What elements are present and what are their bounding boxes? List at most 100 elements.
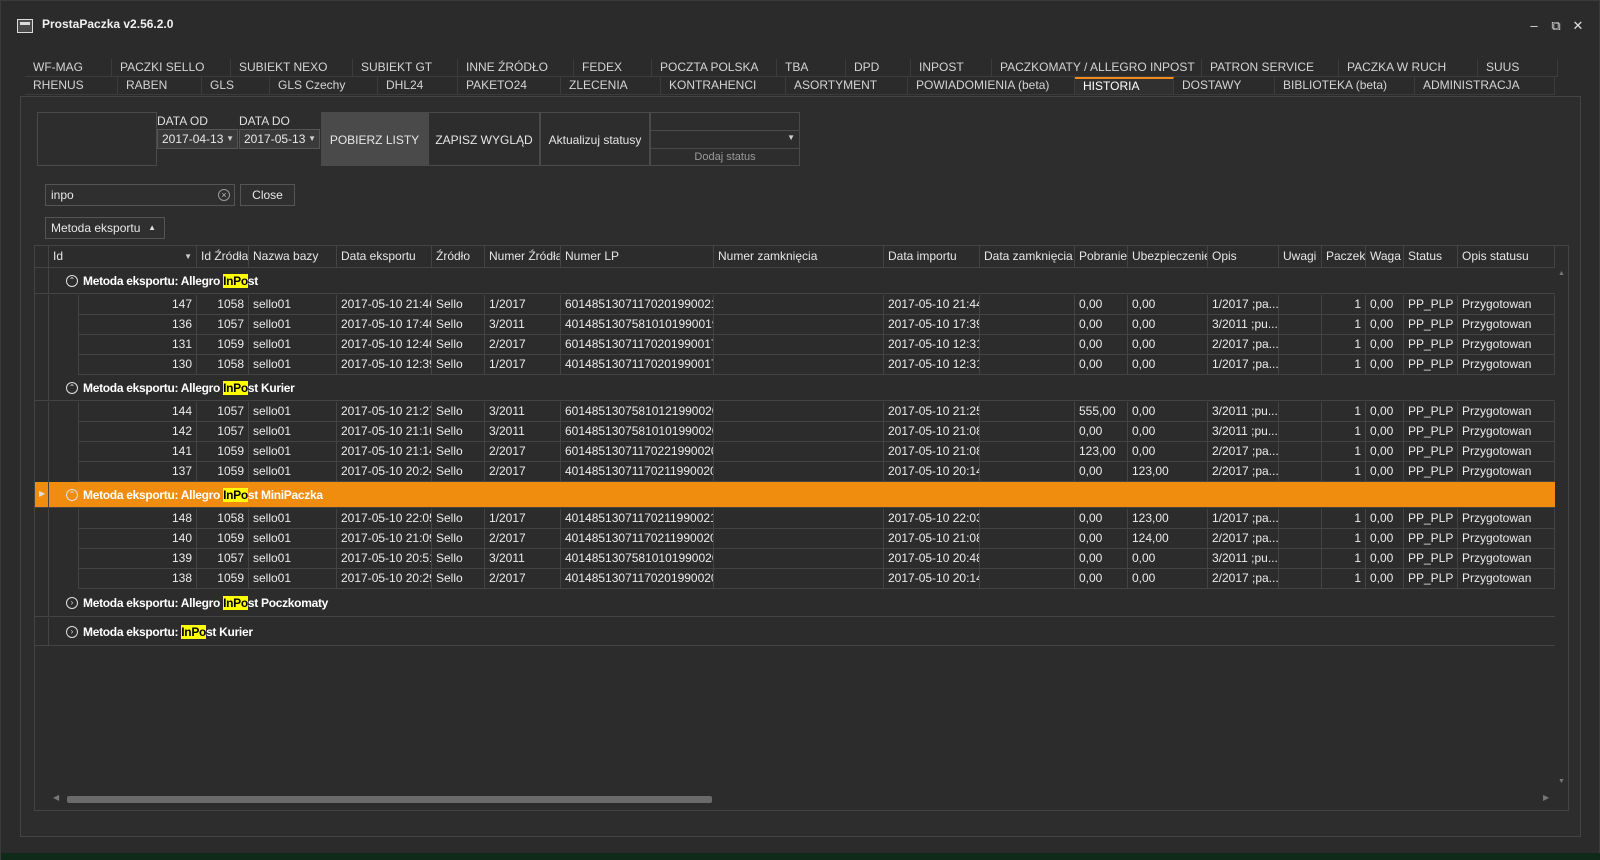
search-input[interactable]: inpo ×	[45, 184, 235, 206]
sort-descending-icon[interactable]: ▼	[184, 246, 192, 267]
scroll-right-icon[interactable]: ▶	[1543, 793, 1549, 802]
clear-search-icon[interactable]: ×	[218, 189, 230, 201]
scroll-left-icon[interactable]: ◀	[53, 793, 59, 802]
tab-inpost[interactable]: INPOST	[911, 59, 992, 77]
status-input[interactable]	[651, 113, 799, 131]
scroll-up-icon[interactable]: ▲	[1558, 270, 1565, 277]
row-selector[interactable]	[35, 589, 49, 617]
group-row[interactable]: ▶ ⌃ Metoda eksportu: Allegro InPost MiniPa…	[35, 482, 1555, 508]
tab-paketo24[interactable]: PAKETO24	[458, 77, 561, 95]
table-row[interactable]: 148 1058 sello01 2017-05-10 22:05 Sello 1/201…	[35, 509, 1555, 529]
close-search-button[interactable]: Close	[240, 184, 295, 206]
table-row[interactable]: 139 1057 sello01 2017-05-10 20:51 Sello 3/201…	[35, 549, 1555, 569]
row-selector[interactable]	[35, 422, 49, 442]
tab-powiadomienia-beta[interactable]: POWIADOMIENIA (beta)	[908, 77, 1075, 95]
tab-patron-service[interactable]: PATRON SERVICE	[1202, 59, 1339, 77]
row-selector[interactable]	[35, 268, 49, 294]
table-row[interactable]: 140 1059 sello01 2017-05-10 21:09 Sello 2/201…	[35, 529, 1555, 549]
row-selector[interactable]	[35, 295, 49, 315]
tab-tba[interactable]: TBA	[777, 59, 846, 77]
restore-icon[interactable]: ⧉	[1549, 19, 1563, 33]
row-selector[interactable]	[35, 509, 49, 529]
column-header-status[interactable]: Status	[1404, 246, 1458, 268]
column-header-description[interactable]: Opis	[1208, 246, 1279, 268]
table-row[interactable]: 141 1059 sello01 2017-05-10 21:14 Sello 2/201…	[35, 442, 1555, 462]
table-row[interactable]: 136 1057 sello01 2017-05-10 17:40 Sello 3/201…	[35, 315, 1555, 335]
tab-dpd[interactable]: DPD	[846, 59, 911, 77]
row-selector[interactable]	[35, 618, 49, 646]
column-header-database-name[interactable]: Nazwa bazy	[249, 246, 337, 268]
column-header-parcels[interactable]: Paczek	[1322, 246, 1366, 268]
column-header-export-date[interactable]: Data eksportu	[337, 246, 432, 268]
vertical-scrollbar[interactable]: ▲ ▼	[1555, 268, 1568, 788]
row-selector[interactable]	[35, 569, 49, 589]
tab-historia[interactable]: HISTORIA	[1075, 77, 1174, 95]
group-row[interactable]: ⌃ Metoda eksportu: Allegro InPost Kurier	[35, 375, 1555, 401]
column-header-source[interactable]: Źródło	[432, 246, 485, 268]
row-selector[interactable]	[35, 315, 49, 335]
column-header-id[interactable]: Id ▼	[49, 246, 197, 268]
expand-circle-icon[interactable]: ›	[66, 597, 78, 609]
tab-subiekt-gt[interactable]: SUBIEKT GT	[353, 59, 458, 77]
column-header-source-number[interactable]: Numer Źródła	[485, 246, 561, 268]
tab-dhl24[interactable]: DHL24	[378, 77, 458, 95]
tab-suus[interactable]: SUUS	[1478, 59, 1558, 77]
status-select[interactable]: ▼	[651, 131, 799, 149]
fetch-lists-button[interactable]: POBIERZ LISTY	[321, 112, 428, 166]
date-from-picker[interactable]: 2017-04-13 ▼	[157, 129, 238, 149]
column-header-notes[interactable]: Uwagi	[1279, 246, 1322, 268]
tab-poczta-polska[interactable]: POCZTA POLSKA	[652, 59, 777, 77]
row-selector[interactable]	[35, 375, 49, 401]
column-header-source-id[interactable]: Id Źródła	[197, 246, 249, 268]
table-row[interactable]: 131 1059 sello01 2017-05-10 12:40 Sello 2/201…	[35, 335, 1555, 355]
group-by-chip[interactable]: Metoda eksportu ▲	[45, 217, 165, 239]
minimize-icon[interactable]: –	[1527, 19, 1541, 33]
tab-paczka-w-ruch[interactable]: PACZKA W RUCH	[1339, 59, 1478, 77]
column-header-cod[interactable]: Pobranie	[1075, 246, 1128, 268]
horizontal-scrollbar[interactable]: ◀ ▶	[49, 791, 1555, 807]
tab-biblioteka-beta[interactable]: BIBLIOTEKA (beta)	[1275, 77, 1415, 95]
collapse-circle-icon[interactable]: ⌃	[66, 275, 78, 287]
tab-paczkomaty-allegro-inpost[interactable]: PACZKOMATY / ALLEGRO INPOST	[992, 59, 1202, 77]
column-header-lp-number[interactable]: Numer LP	[561, 246, 714, 268]
column-header-import-date[interactable]: Data importu	[884, 246, 980, 268]
table-row[interactable]: 144 1057 sello01 2017-05-10 21:27 Sello 3/201…	[35, 402, 1555, 422]
column-header-status-description[interactable]: Opis statusu	[1458, 246, 1555, 268]
collapse-circle-icon[interactable]: ⌃	[66, 489, 78, 501]
tab-asortyment[interactable]: ASORTYMENT	[786, 77, 908, 95]
column-header-closing-number[interactable]: Numer zamknięcia	[714, 246, 884, 268]
group-row[interactable]: › Metoda eksportu: Allegro InPost Poczkom…	[35, 589, 1555, 617]
tab-administracja[interactable]: ADMINISTRACJA	[1415, 77, 1555, 95]
table-row[interactable]: 142 1057 sello01 2017-05-10 21:16 Sello 3/201…	[35, 422, 1555, 442]
group-row[interactable]: › Metoda eksportu: InPost Kurier	[35, 618, 1555, 646]
tab-paczki-sello[interactable]: PACZKI SELLO	[112, 59, 231, 77]
row-selector[interactable]	[35, 442, 49, 462]
tab-kontrahenci[interactable]: KONTRAHENCI	[661, 77, 786, 95]
column-header-closing-date[interactable]: Data zamknięcia	[980, 246, 1075, 268]
tab-raben[interactable]: RABEN	[118, 77, 202, 95]
tab-wf-mag[interactable]: WF-MAG	[25, 59, 112, 77]
row-selector[interactable]	[35, 529, 49, 549]
row-selector[interactable]	[35, 335, 49, 355]
table-row[interactable]: 137 1059 sello01 2017-05-10 20:24 Sello 2/201…	[35, 462, 1555, 482]
row-selector[interactable]	[35, 462, 49, 482]
table-row[interactable]: 130 1058 sello01 2017-05-10 12:39 Sello 1/201…	[35, 355, 1555, 375]
scroll-down-icon[interactable]: ▼	[1558, 778, 1565, 785]
expand-circle-icon[interactable]: ›	[66, 626, 78, 638]
scrollbar-thumb[interactable]	[67, 796, 712, 803]
tab-dostawy[interactable]: DOSTAWY	[1174, 77, 1275, 95]
tab-fedex[interactable]: FEDEX	[574, 59, 652, 77]
tab-rhenus[interactable]: RHENUS	[25, 77, 118, 95]
close-icon[interactable]: ✕	[1571, 19, 1585, 33]
tab-gls-czechy[interactable]: GLS Czechy	[270, 77, 378, 95]
column-header-weight[interactable]: Waga	[1366, 246, 1404, 268]
row-selector[interactable]	[35, 355, 49, 375]
tab-subiekt-nexo[interactable]: SUBIEKT NEXO	[231, 59, 353, 77]
column-header-insurance[interactable]: Ubezpieczenie	[1128, 246, 1208, 268]
save-layout-button[interactable]: ZAPISZ WYGLĄD	[428, 112, 540, 166]
collapse-circle-icon[interactable]: ⌃	[66, 382, 78, 394]
row-selector[interactable]	[35, 549, 49, 569]
date-to-picker[interactable]: 2017-05-13 ▼	[239, 129, 320, 149]
row-selector[interactable]	[35, 402, 49, 422]
tab-inne-źródło[interactable]: INNE ŹRÓDŁO	[458, 59, 574, 77]
